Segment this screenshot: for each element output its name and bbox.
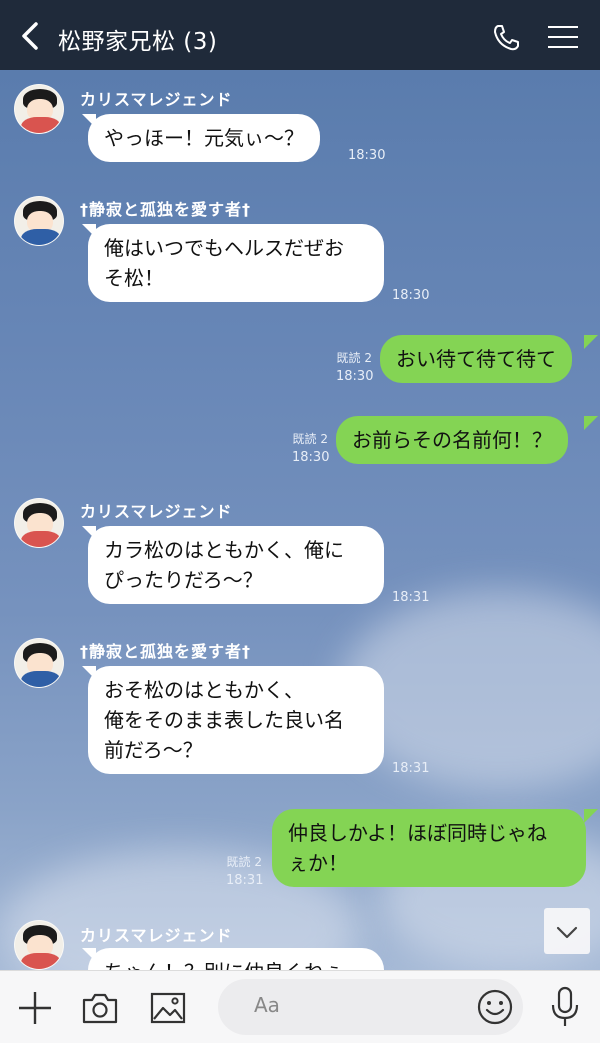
arrow-down-icon bbox=[556, 926, 578, 939]
message-text: 俺はいつでもヘルスだぜお bbox=[104, 236, 344, 260]
sender-name: †静寂と孤独を愛す者† bbox=[80, 642, 252, 661]
message-text: ぴったりだろ〜？ bbox=[104, 568, 263, 592]
sender-name: カリスマレジェンド bbox=[80, 90, 233, 109]
message-text: そ松！ bbox=[104, 266, 164, 290]
message-time: 18:30 bbox=[336, 369, 374, 384]
message-input-placeholder: Aa bbox=[254, 993, 280, 1017]
message-bubble[interactable]: ちゃん！？別に仲良くねぇ bbox=[88, 948, 384, 970]
read-receipt: 既読 2 bbox=[226, 855, 262, 869]
menu-icon[interactable] bbox=[548, 26, 578, 48]
phone-icon[interactable] bbox=[490, 22, 522, 54]
message-bubble[interactable]: 仲良しかよ！ほぼ同時じゃね ぇか！ bbox=[272, 809, 586, 887]
message-text: カラ松のはともかく、俺に bbox=[104, 538, 344, 562]
microphone-icon[interactable] bbox=[548, 985, 582, 1029]
message-text: 前だろ〜？ bbox=[104, 738, 203, 762]
message-time: 18:30 bbox=[392, 288, 430, 303]
sender-name: カリスマレジェンド bbox=[80, 502, 233, 521]
message-composer: Aa bbox=[0, 970, 600, 1043]
avatar[interactable] bbox=[14, 196, 64, 246]
message-text: お前らその名前何！？ bbox=[352, 428, 552, 452]
message-text: 仲良しかよ！ほぼ同時じゃね bbox=[288, 821, 547, 845]
message-text: ちゃん！？別に仲良くねぇ bbox=[104, 957, 368, 970]
message-bubble[interactable]: お前らその名前何！？ bbox=[336, 416, 568, 464]
read-receipt: 既読 2 bbox=[336, 351, 372, 365]
scroll-down-button[interactable] bbox=[544, 908, 590, 954]
message-text: 俺をそのまま表した良い名 bbox=[104, 708, 344, 732]
message-time: 18:31 bbox=[392, 761, 430, 776]
avatar[interactable] bbox=[14, 920, 64, 970]
chat-area[interactable]: カリスマレジェンド やっほー！元気ぃ〜？ 18:30 †静寂と孤独を愛す者† 俺… bbox=[0, 70, 600, 970]
message-text: おい待て待て待て bbox=[396, 347, 556, 371]
chevron-left-icon[interactable] bbox=[14, 18, 50, 54]
message-input[interactable]: Aa bbox=[218, 979, 523, 1035]
sender-name: †静寂と孤独を愛す者† bbox=[80, 200, 252, 219]
message-time: 18:30 bbox=[292, 450, 330, 465]
message-bubble[interactable]: おい待て待て待て bbox=[380, 335, 572, 383]
emoji-icon[interactable] bbox=[476, 988, 514, 1026]
image-icon[interactable] bbox=[148, 989, 188, 1027]
avatar[interactable] bbox=[14, 638, 64, 688]
message-bubble[interactable]: やっほー！元気ぃ〜？ bbox=[88, 114, 320, 162]
message-time: 18:30 bbox=[348, 148, 386, 163]
plus-icon[interactable] bbox=[16, 989, 54, 1027]
sender-name: カリスマレジェンド bbox=[80, 926, 233, 945]
camera-icon[interactable] bbox=[80, 989, 120, 1027]
message-bubble[interactable]: 俺はいつでもヘルスだぜお そ松！ bbox=[88, 224, 384, 302]
message-time: 18:31 bbox=[392, 590, 430, 605]
message-bubble[interactable]: カラ松のはともかく、俺に ぴったりだろ〜？ bbox=[88, 526, 384, 604]
message-bubble[interactable]: おそ松のはともかく、 俺をそのまま表した良い名 前だろ〜？ bbox=[88, 666, 384, 774]
chat-header: 松野家兄松 (3) bbox=[0, 0, 600, 70]
read-receipt: 既読 2 bbox=[292, 432, 328, 446]
message-text: おそ松のはともかく、 bbox=[104, 678, 304, 702]
message-text: やっほー！元気ぃ〜？ bbox=[104, 126, 304, 150]
chat-title: 松野家兄松 (3) bbox=[58, 29, 218, 55]
avatar[interactable] bbox=[14, 498, 64, 548]
avatar[interactable] bbox=[14, 84, 64, 134]
message-time: 18:31 bbox=[226, 873, 264, 888]
message-text: ぇか！ bbox=[288, 851, 348, 875]
